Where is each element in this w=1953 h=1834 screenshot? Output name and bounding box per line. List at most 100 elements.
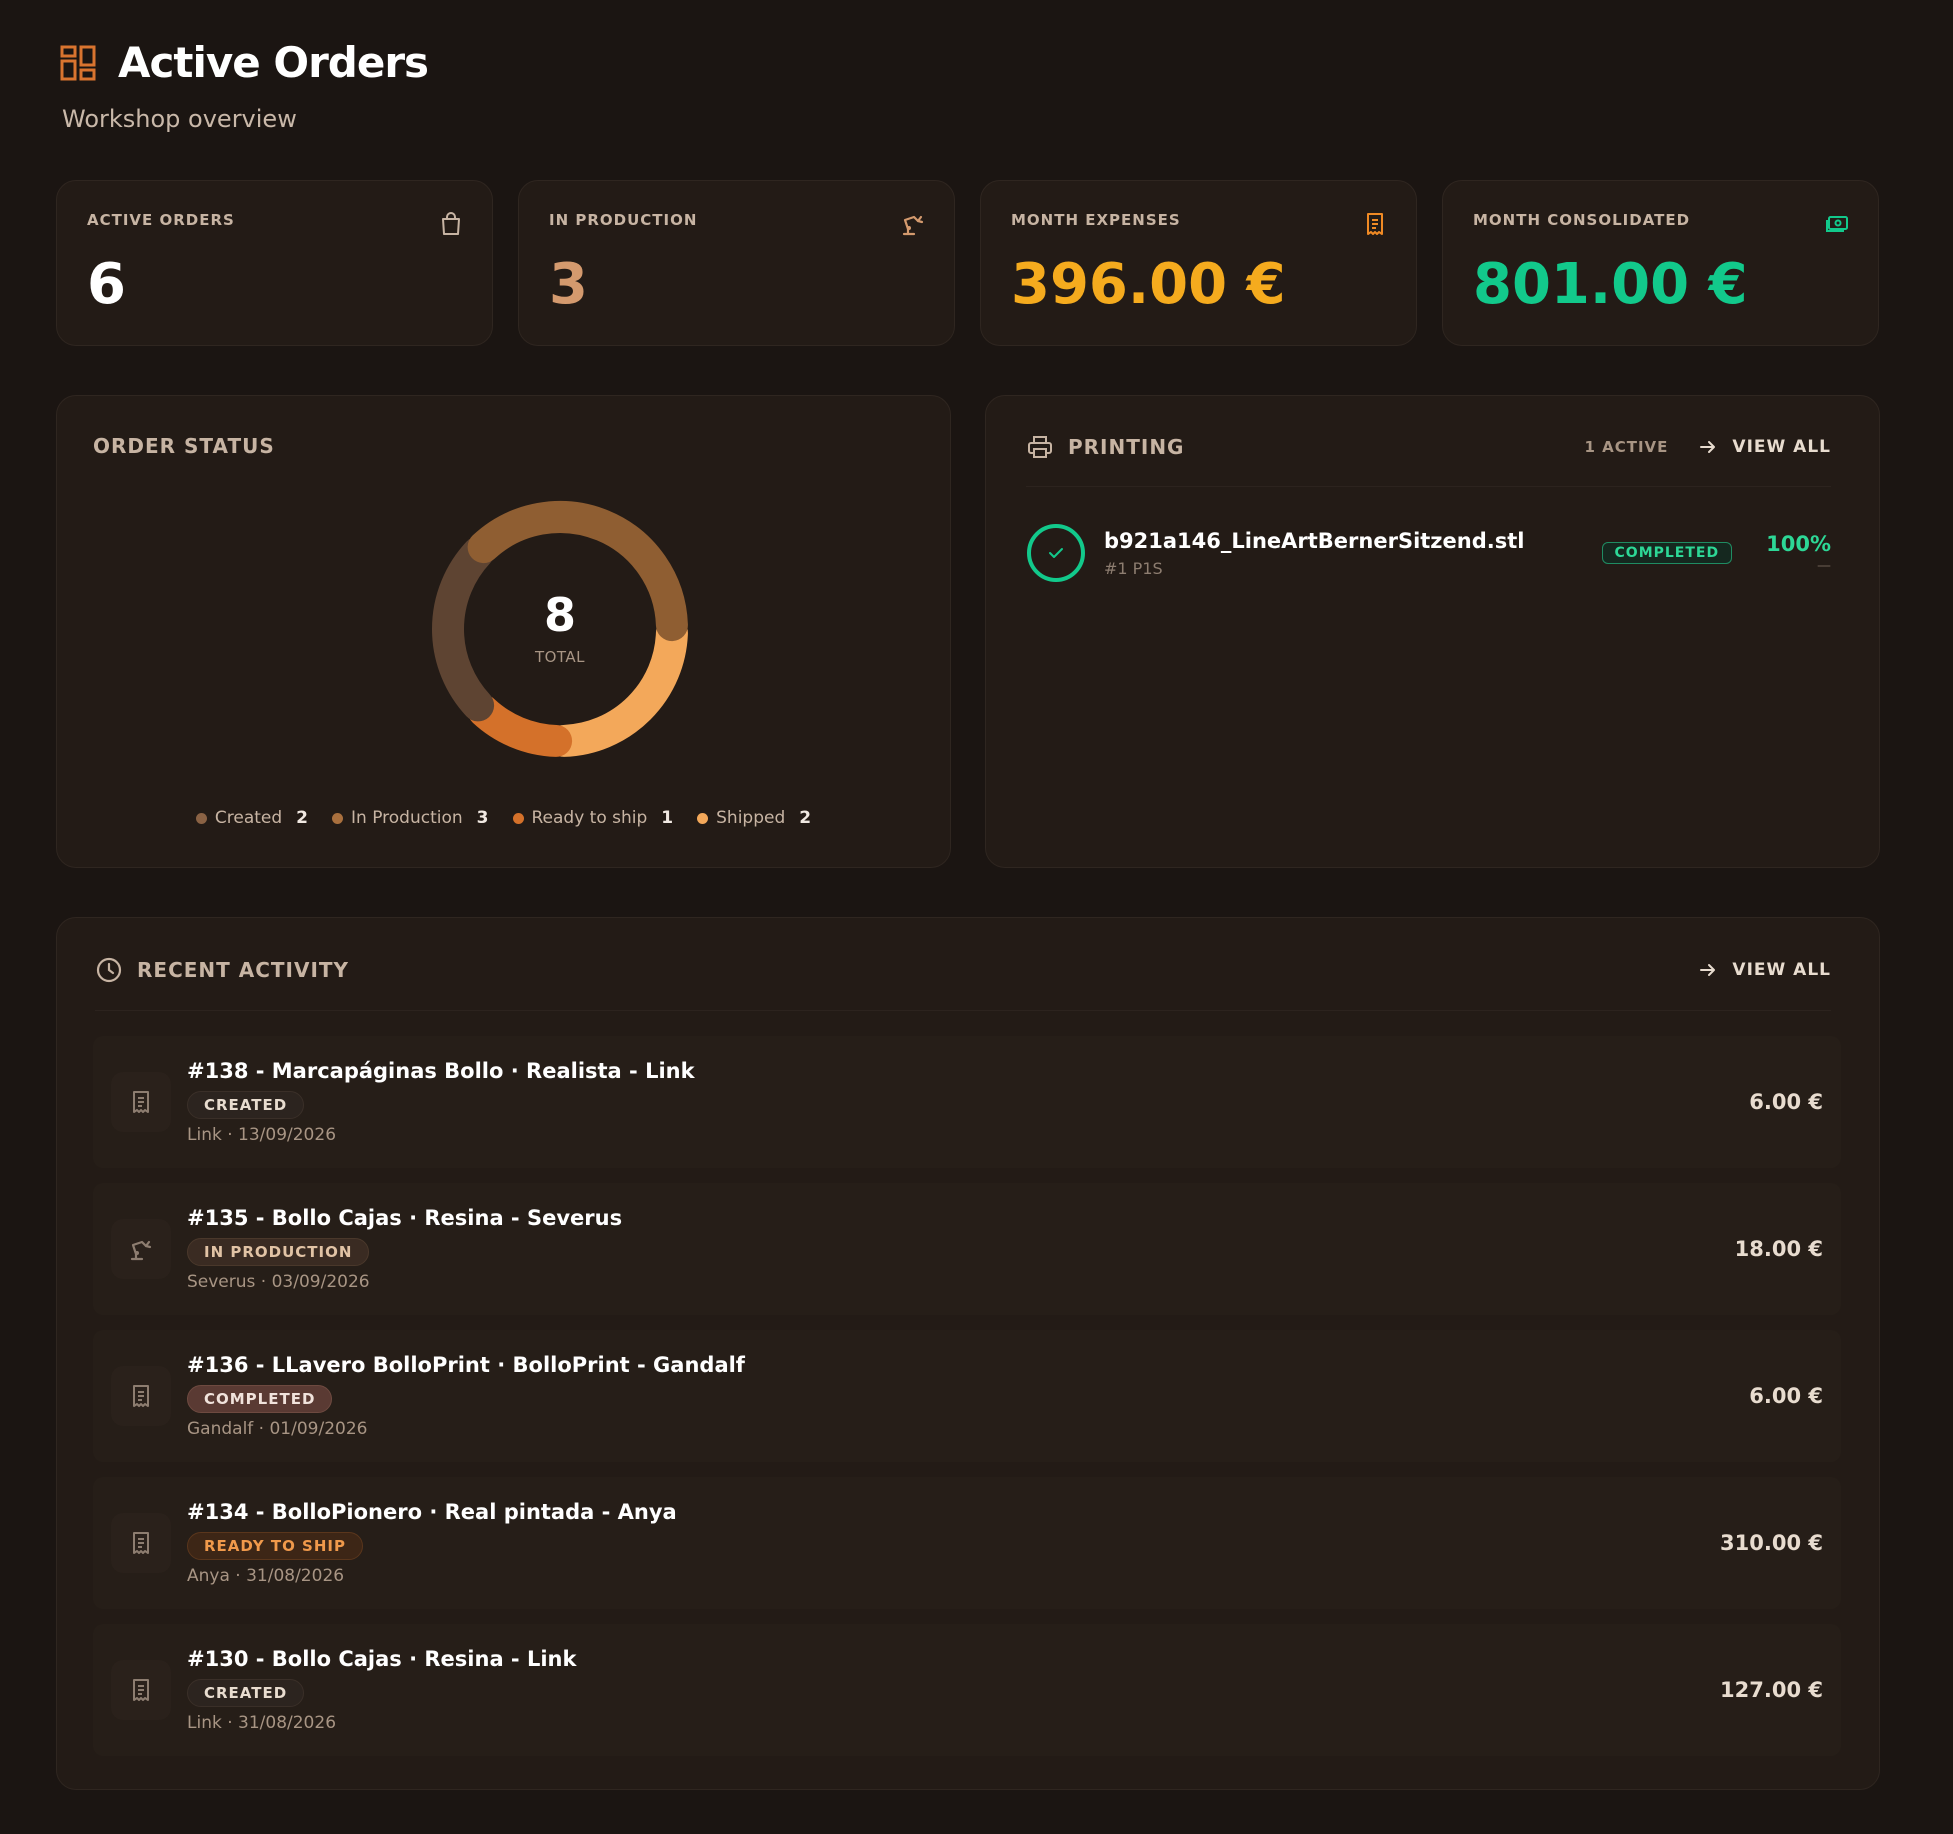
recent-activity-panel: RECENT ACTIVITY VIEW ALL #138 - Marcapág… bbox=[56, 917, 1880, 1790]
receipt-icon bbox=[133, 1091, 149, 1113]
row-title: #138 - Marcapáginas Bollo · Realista - L… bbox=[187, 1059, 695, 1083]
legend-item-shipped: Shipped 2 bbox=[697, 808, 811, 828]
activity-header: RECENT ACTIVITY VIEW ALL bbox=[95, 956, 1831, 984]
page-header: Active Orders Workshop overview bbox=[60, 38, 429, 133]
status-badge: READY TO SHIP bbox=[187, 1532, 363, 1560]
legend-dot bbox=[332, 812, 344, 824]
print-progress: 100% bbox=[1766, 532, 1831, 556]
chart-legend: Created 2 In Production 3 Ready to ship … bbox=[57, 808, 950, 828]
activity-row[interactable]: #135 - Bollo Cajas · Resina - Severus IN… bbox=[93, 1183, 1841, 1315]
legend-count: 3 bbox=[476, 808, 489, 828]
legend-label: Created bbox=[214, 808, 283, 828]
row-amount: 310.00 € bbox=[1720, 1531, 1823, 1555]
receipt-icon bbox=[133, 1532, 149, 1554]
robotic-arm-icon bbox=[130, 1240, 152, 1261]
clock-icon bbox=[96, 957, 122, 983]
stat-value: 3 bbox=[549, 252, 588, 317]
activity-row[interactable]: #138 - Marcapáginas Bollo · Realista - L… bbox=[93, 1036, 1841, 1168]
legend-count: 1 bbox=[661, 808, 674, 828]
row-title: #130 - Bollo Cajas · Resina - Link bbox=[187, 1647, 577, 1671]
row-amount: 6.00 € bbox=[1749, 1090, 1823, 1114]
legend-count: 2 bbox=[296, 808, 309, 828]
activity-list: #138 - Marcapáginas Bollo · Realista - L… bbox=[93, 1036, 1841, 1756]
row-icon-box bbox=[111, 1660, 171, 1720]
arrow-right-icon bbox=[1700, 964, 1716, 976]
donut-total: 8 bbox=[543, 588, 576, 642]
stat-label: ACTIVE ORDERS bbox=[87, 211, 235, 229]
row-meta: Severus · 03/09/2026 bbox=[187, 1272, 370, 1292]
legend-item-in-production: In Production 3 bbox=[332, 808, 489, 828]
legend-item-created: Created 2 bbox=[195, 808, 309, 828]
check-circle-icon bbox=[1027, 524, 1085, 582]
legend-dot bbox=[697, 812, 709, 824]
stat-card-active-orders: ACTIVE ORDERS 6 bbox=[56, 180, 493, 346]
legend-label: Ready to ship bbox=[531, 808, 648, 828]
row-amount: 127.00 € bbox=[1720, 1678, 1823, 1702]
panel-title: ORDER STATUS bbox=[93, 434, 275, 458]
row-amount: 6.00 € bbox=[1749, 1384, 1823, 1408]
page: Active Orders Workshop overview ACTIVE O… bbox=[0, 0, 1953, 1834]
legend-label: Shipped bbox=[716, 808, 786, 828]
view-all-label: VIEW ALL bbox=[1732, 960, 1831, 980]
stat-value: 6 bbox=[87, 252, 126, 317]
donut-center: 8 TOTAL bbox=[430, 499, 690, 759]
activity-row[interactable]: #130 - Bollo Cajas · Resina - Link CREAT… bbox=[93, 1624, 1841, 1756]
receipt-icon bbox=[1367, 213, 1383, 235]
row-meta: Link · 31/08/2026 bbox=[187, 1713, 337, 1733]
stat-label: MONTH EXPENSES bbox=[1011, 211, 1181, 229]
stat-card-month-expenses: MONTH EXPENSES 396.00 € bbox=[980, 180, 1417, 346]
order-status-panel: ORDER STATUS 8 TOTAL Created 2 In Produc… bbox=[56, 395, 951, 868]
row-meta: Anya · 31/08/2026 bbox=[187, 1566, 345, 1586]
stat-value: 396.00 € bbox=[1011, 252, 1286, 317]
receipt-icon bbox=[133, 1679, 149, 1701]
row-icon-box bbox=[111, 1513, 171, 1573]
activity-row[interactable]: #136 - LLavero BolloPrint · BolloPrint -… bbox=[93, 1330, 1841, 1462]
arrow-right-icon bbox=[1700, 441, 1716, 453]
order-status-donut: 8 TOTAL bbox=[430, 499, 690, 759]
status-badge: IN PRODUCTION bbox=[187, 1238, 370, 1266]
view-all-label: VIEW ALL bbox=[1732, 437, 1831, 457]
row-meta: Link · 13/09/2026 bbox=[187, 1125, 337, 1145]
receipt-icon bbox=[133, 1385, 149, 1407]
printing-view-all-button[interactable]: VIEW ALL bbox=[1698, 437, 1831, 457]
print-file-name: b921a146_LineArtBernerSitzend.stl bbox=[1104, 528, 1525, 553]
legend-dot bbox=[195, 812, 207, 824]
panel-title: RECENT ACTIVITY bbox=[137, 958, 350, 982]
active-count: 1 ACTIVE bbox=[1584, 438, 1669, 456]
print-job[interactable]: b921a146_LineArtBernerSitzend.stl #1 P1S… bbox=[1026, 523, 1831, 583]
row-amount: 18.00 € bbox=[1734, 1237, 1823, 1261]
status-badge: CREATED bbox=[187, 1679, 305, 1707]
print-status-badge: COMPLETED bbox=[1601, 542, 1733, 564]
stat-label: MONTH CONSOLIDATED bbox=[1473, 211, 1691, 229]
row-title: #134 - BolloPionero · Real pintada - Any… bbox=[187, 1500, 677, 1524]
row-icon-box bbox=[111, 1366, 171, 1426]
stat-label: IN PRODUCTION bbox=[549, 211, 698, 229]
donut-total-label: TOTAL bbox=[534, 648, 586, 666]
row-icon-box bbox=[111, 1072, 171, 1132]
status-badge: CREATED bbox=[187, 1091, 305, 1119]
page-subtitle: Workshop overview bbox=[62, 105, 297, 133]
row-title: #136 - LLavero BolloPrint · BolloPrint -… bbox=[187, 1353, 745, 1377]
print-printer: #1 P1S bbox=[1104, 558, 1163, 578]
activity-view-all-button[interactable]: VIEW ALL bbox=[1698, 960, 1831, 980]
status-badge: COMPLETED bbox=[187, 1385, 333, 1413]
page-title: Active Orders bbox=[118, 38, 429, 87]
divider bbox=[1026, 486, 1831, 487]
banknote-icon bbox=[1826, 216, 1848, 232]
legend-item-ready-to-ship: Ready to ship 1 bbox=[512, 808, 674, 828]
legend-count: 2 bbox=[799, 808, 812, 828]
stat-value: 801.00 € bbox=[1473, 252, 1748, 317]
panel-title: PRINTING bbox=[1068, 435, 1185, 459]
dashboard-icon bbox=[60, 45, 96, 80]
legend-label: In Production bbox=[351, 808, 463, 828]
robotic-arm-icon bbox=[902, 215, 924, 236]
row-icon-box bbox=[111, 1219, 171, 1279]
row-meta: Gandalf · 01/09/2026 bbox=[187, 1419, 368, 1439]
divider bbox=[95, 1010, 1831, 1011]
stat-card-in-production: IN PRODUCTION 3 bbox=[518, 180, 955, 346]
row-title: #135 - Bollo Cajas · Resina - Severus bbox=[187, 1206, 623, 1230]
shopping-bag-icon bbox=[442, 212, 460, 235]
legend-dot bbox=[512, 812, 524, 824]
activity-row[interactable]: #134 - BolloPionero · Real pintada - Any… bbox=[93, 1477, 1841, 1609]
stat-card-month-consolidated: MONTH CONSOLIDATED 801.00 € bbox=[1442, 180, 1879, 346]
